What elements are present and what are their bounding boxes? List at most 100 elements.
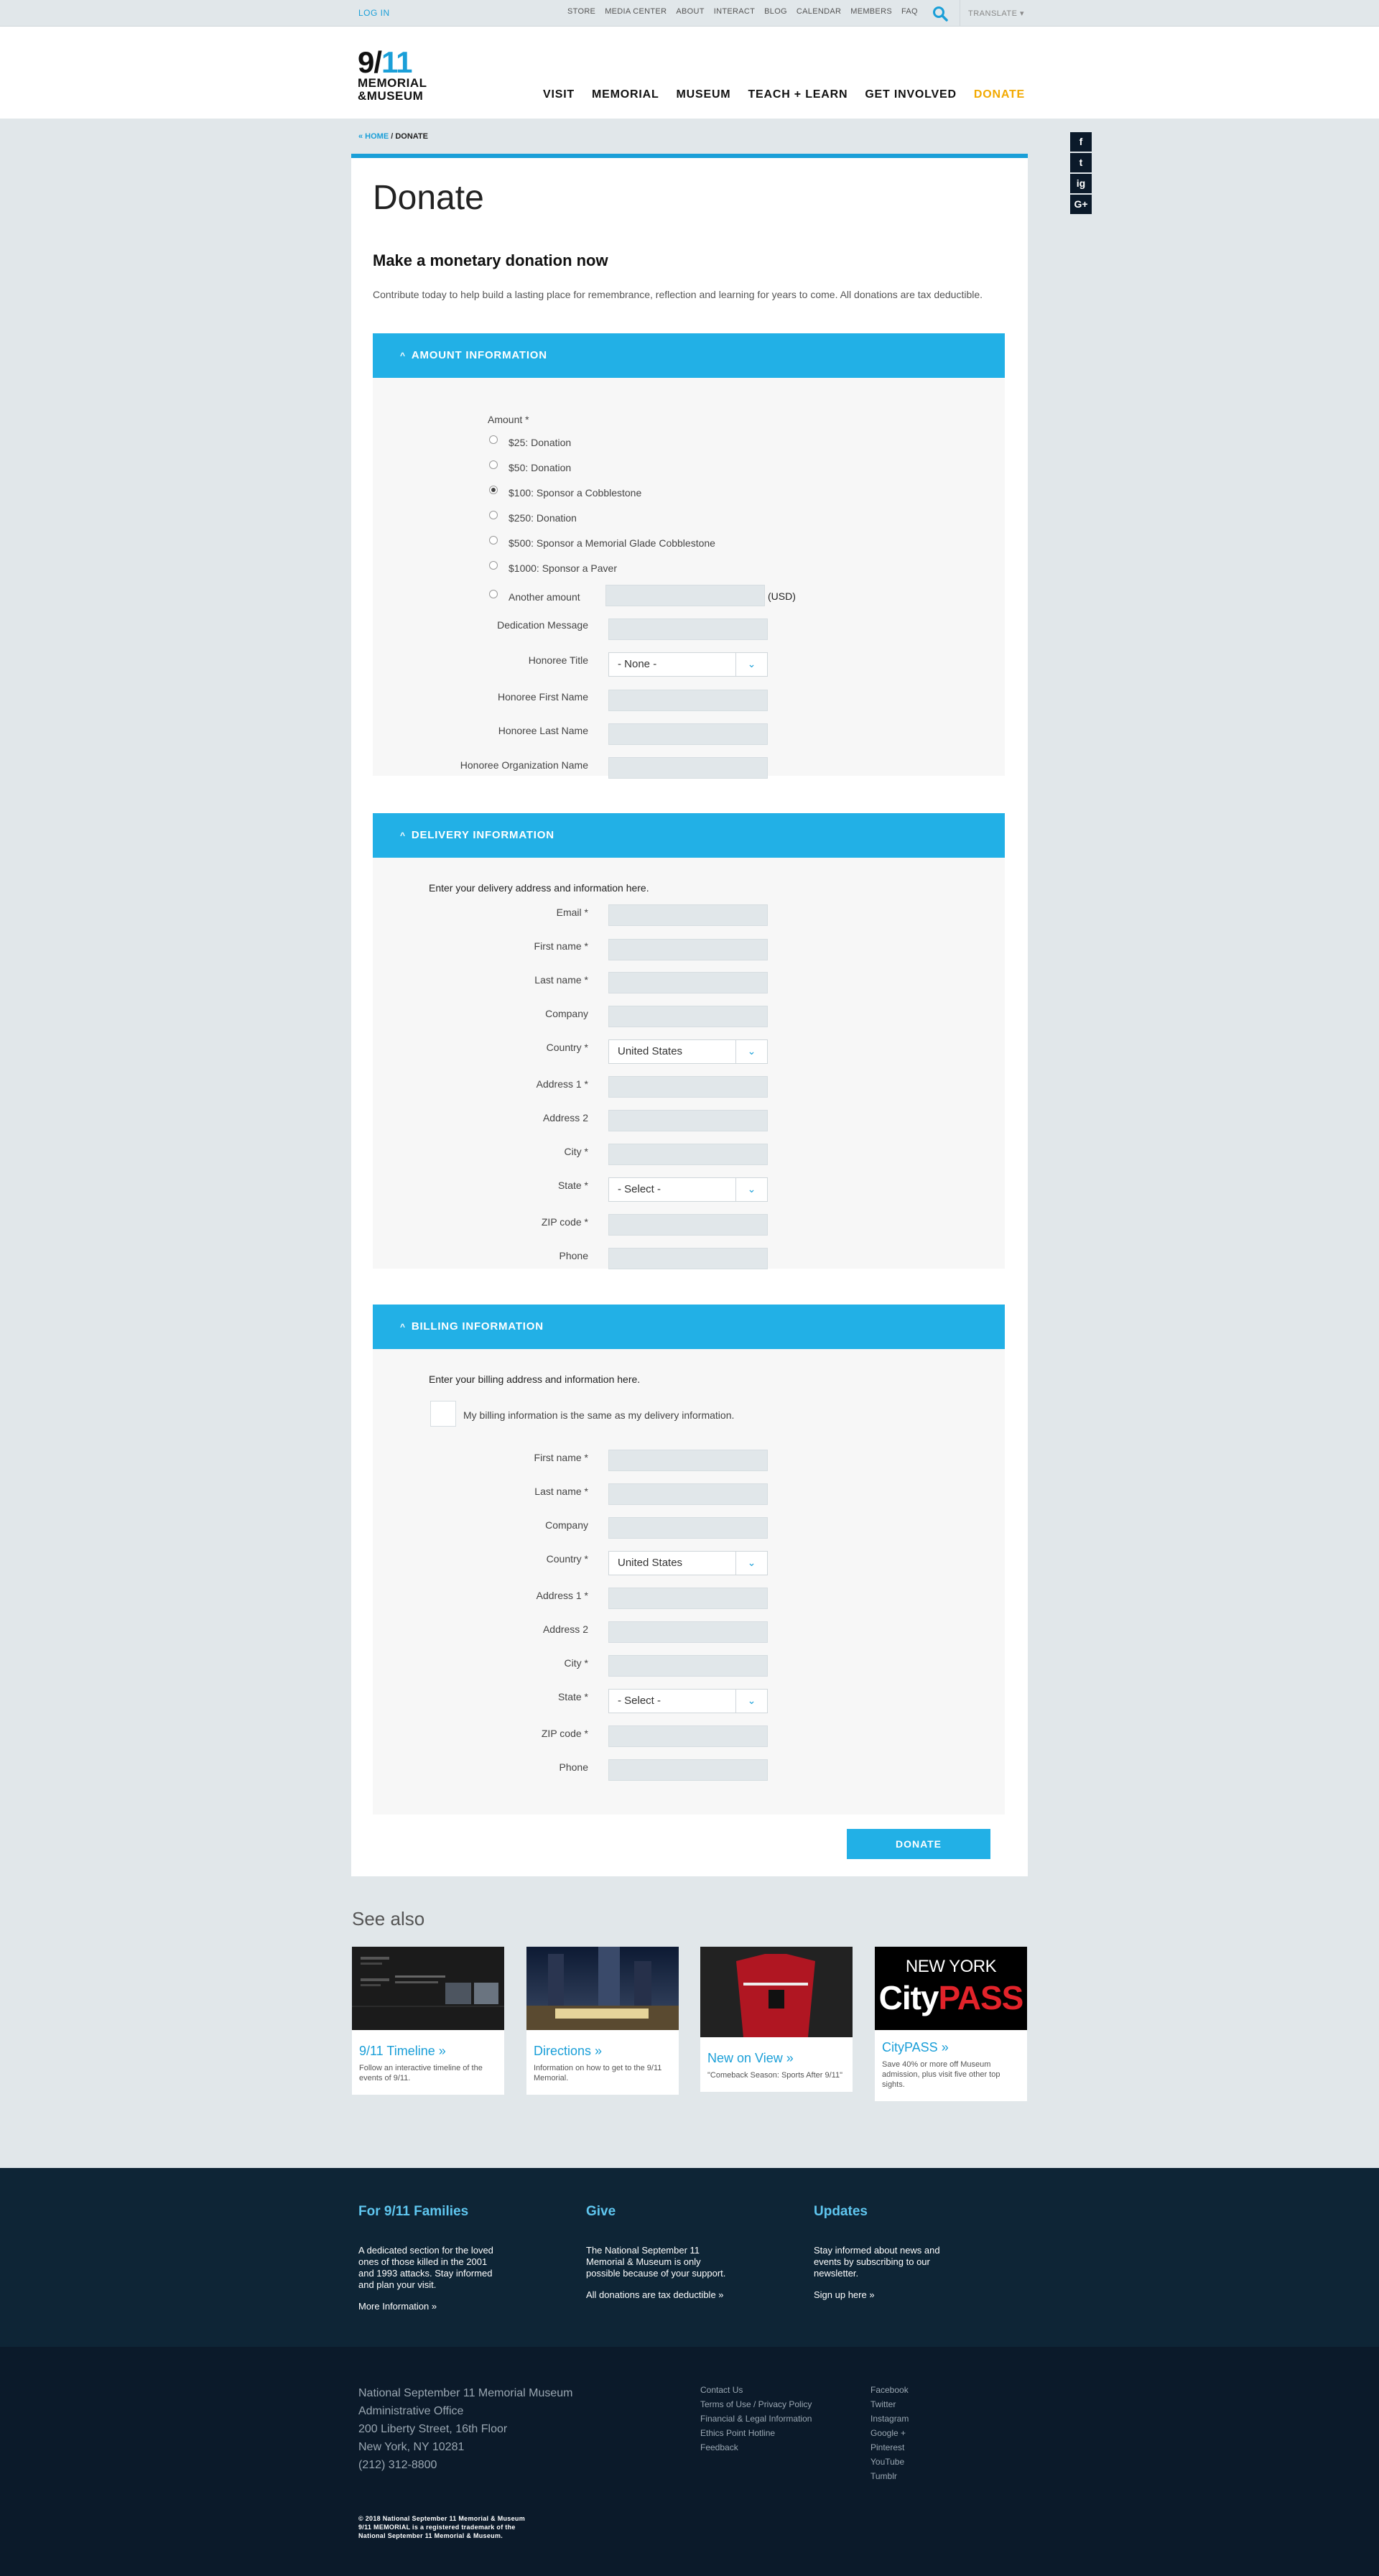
delivery-city-input[interactable] <box>608 1144 768 1165</box>
billing-zip-input[interactable] <box>608 1725 768 1747</box>
billing-address1-input[interactable] <box>608 1588 768 1609</box>
login-link[interactable]: LOG IN <box>358 8 390 18</box>
copyright: © 2018 National September 11 Memorial & … <box>358 2515 526 2539</box>
nav-visit[interactable]: VISIT <box>543 88 575 101</box>
nav-teach-learn[interactable]: TEACH + LEARN <box>748 88 848 101</box>
footer-link[interactable]: Ethics Point Hotline <box>700 2426 812 2440</box>
footer-link[interactable]: YouTube <box>870 2455 909 2469</box>
footer-link[interactable]: Twitter <box>870 2397 909 2411</box>
footer-address: National September 11 Memorial Museum Ad… <box>358 2387 573 2471</box>
google-plus-icon[interactable]: G+ <box>1070 195 1092 214</box>
see-also-tile-new-on-view[interactable]: New on View » "Comeback Season: Sports A… <box>700 1947 853 2092</box>
donate-submit-button[interactable]: DONATE <box>847 1829 990 1859</box>
honoree-org-input[interactable] <box>608 757 768 779</box>
honoree-last-input[interactable] <box>608 723 768 745</box>
billing-section-header[interactable]: ^ BILLING INFORMATION <box>373 1305 1005 1349</box>
honoree-title-select[interactable]: - None - ⌄ <box>608 652 768 677</box>
footer-link[interactable]: Contact Us <box>700 2383 812 2397</box>
billing-first-input[interactable] <box>608 1450 768 1471</box>
footer-families-link[interactable]: More Information » <box>358 2301 502 2312</box>
util-link-media-center[interactable]: MEDIA CENTER <box>605 7 667 16</box>
see-also-tile-directions[interactable]: Directions » Information on how to get t… <box>526 1947 679 2095</box>
tile-title[interactable]: CityPASS » <box>875 2030 1027 2060</box>
amount-option-25[interactable]: $25: Donation <box>489 435 571 448</box>
delivery-first-input[interactable] <box>608 939 768 960</box>
util-link-blog[interactable]: BLOG <box>764 7 787 16</box>
footer-link[interactable]: Instagram <box>870 2411 909 2426</box>
util-link-about[interactable]: ABOUT <box>676 7 704 16</box>
billing-country-label: Country * <box>546 1553 588 1565</box>
billing-phone-input[interactable] <box>608 1759 768 1781</box>
billing-country-select[interactable]: United States ⌄ <box>608 1551 768 1575</box>
radio-button[interactable] <box>489 511 498 519</box>
tile-title[interactable]: New on View » <box>700 2041 853 2070</box>
radio-button[interactable] <box>489 460 498 469</box>
billing-city-input[interactable] <box>608 1655 768 1677</box>
amount-option-250[interactable]: $250: Donation <box>489 511 577 524</box>
delivery-country-select[interactable]: United States ⌄ <box>608 1039 768 1064</box>
nav-memorial[interactable]: MEMORIAL <box>592 88 659 101</box>
footer-give-link[interactable]: All donations are tax deductible » <box>586 2289 730 2300</box>
radio-button[interactable] <box>489 561 498 570</box>
twitter-icon[interactable]: t <box>1070 153 1092 172</box>
nav-get-involved[interactable]: GET INVOLVED <box>865 88 957 101</box>
amount-option-other[interactable]: Another amount <box>489 590 580 603</box>
footer-link[interactable]: Financial & Legal Information <box>700 2411 812 2426</box>
radio-button[interactable] <box>489 536 498 545</box>
footer-link[interactable]: Terms of Use / Privacy Policy <box>700 2397 812 2411</box>
util-link-interact[interactable]: INTERACT <box>714 7 755 16</box>
see-also-tile-citypass[interactable]: NEW YORK CityPASS CityPASS » Save 40% or… <box>875 1947 1027 2101</box>
delivery-zip-input[interactable] <box>608 1214 768 1236</box>
delivery-address2-input[interactable] <box>608 1110 768 1131</box>
delivery-address1-input[interactable] <box>608 1076 768 1098</box>
footer-link[interactable]: Tumblr <box>870 2469 909 2483</box>
logo-line-memorial: MEMORIAL <box>358 76 427 90</box>
footer-link[interactable]: Pinterest <box>870 2440 909 2455</box>
delivery-company-input[interactable] <box>608 1006 768 1027</box>
see-also-tile-timeline[interactable]: 9/11 Timeline » Follow an interactive ti… <box>352 1947 504 2095</box>
billing-last-input[interactable] <box>608 1483 768 1505</box>
delivery-email-input[interactable] <box>608 904 768 926</box>
delivery-company-label: Company <box>545 1008 588 1019</box>
util-link-calendar[interactable]: CALENDAR <box>797 7 841 16</box>
util-link-members[interactable]: MEMBERS <box>850 7 892 16</box>
site-logo[interactable]: 9/11 MEMORIAL &MUSEUM <box>358 47 444 106</box>
honoree-first-input[interactable] <box>608 690 768 711</box>
amount-option-50[interactable]: $50: Donation <box>489 460 571 473</box>
tile-description: Follow an interactive timeline of the ev… <box>359 2064 483 2082</box>
tile-title[interactable]: Directions » <box>526 2034 679 2063</box>
nav-donate[interactable]: DONATE <box>974 88 1025 101</box>
footer-link[interactable]: Feedback <box>700 2440 812 2455</box>
amount-section-header[interactable]: ^ AMOUNT INFORMATION <box>373 333 1005 378</box>
billing-state-select[interactable]: - Select - ⌄ <box>608 1689 768 1713</box>
radio-button-selected[interactable] <box>489 486 498 494</box>
radio-button[interactable] <box>489 590 498 598</box>
delivery-state-select[interactable]: - Select - ⌄ <box>608 1177 768 1202</box>
search-icon[interactable] <box>932 5 949 22</box>
amount-option-500[interactable]: $500: Sponsor a Memorial Glade Cobblesto… <box>489 536 715 549</box>
nav-museum[interactable]: MUSEUM <box>677 88 731 101</box>
chevron-up-icon: ^ <box>400 830 406 840</box>
footer-link[interactable]: Google + <box>870 2426 909 2440</box>
instagram-icon[interactable]: ig <box>1070 174 1092 193</box>
billing-same-checkbox[interactable] <box>430 1401 456 1427</box>
util-link-store[interactable]: STORE <box>567 7 595 16</box>
radio-button[interactable] <box>489 435 498 444</box>
billing-city-label: City * <box>564 1657 588 1669</box>
breadcrumb-home[interactable]: « HOME <box>358 132 389 141</box>
delivery-last-input[interactable] <box>608 972 768 993</box>
dedication-input[interactable] <box>608 618 768 640</box>
delivery-section-header[interactable]: ^ DELIVERY INFORMATION <box>373 813 1005 858</box>
amount-option-1000[interactable]: $1000: Sponsor a Paver <box>489 561 617 574</box>
amount-option-100[interactable]: $100: Sponsor a Cobblestone <box>489 486 641 499</box>
other-amount-input[interactable] <box>605 585 765 606</box>
footer-link[interactable]: Facebook <box>870 2383 909 2397</box>
util-link-faq[interactable]: FAQ <box>901 7 918 16</box>
tile-title[interactable]: 9/11 Timeline » <box>352 2034 504 2063</box>
translate-dropdown[interactable]: TRANSLATE ▾ <box>968 9 1024 18</box>
facebook-icon[interactable]: f <box>1070 132 1092 152</box>
billing-address2-input[interactable] <box>608 1621 768 1643</box>
footer-updates-link[interactable]: Sign up here » <box>814 2289 957 2300</box>
billing-company-input[interactable] <box>608 1517 768 1539</box>
delivery-phone-input[interactable] <box>608 1248 768 1269</box>
